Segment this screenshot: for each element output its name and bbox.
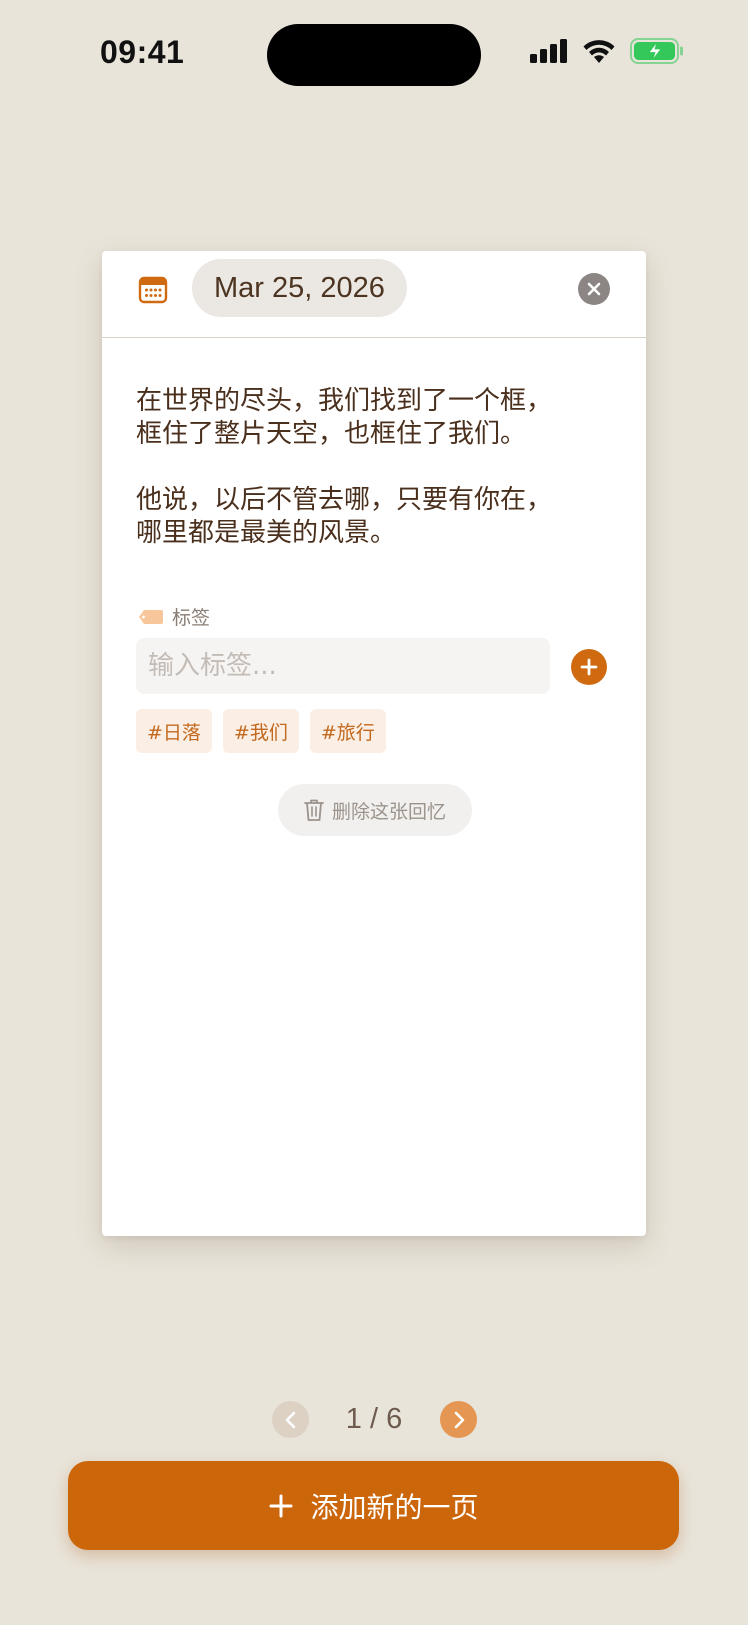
date-picker-button[interactable]: Mar 25, 2026 (192, 259, 407, 317)
tag-chip[interactable]: #我们 (222, 709, 299, 753)
status-icons (530, 38, 684, 64)
trash-icon (304, 799, 324, 821)
status-bar: 09:41 (0, 0, 748, 110)
memory-card: Mar 25, 2026 在世界的尽头，我们找到了一个框， 框住了整片天空，也框… (102, 251, 646, 1236)
memory-text[interactable]: 在世界的尽头，我们找到了一个框， 框住了整片天空，也框住了我们。 他说，以后不管… (136, 385, 606, 550)
calendar-icon[interactable] (138, 274, 168, 304)
add-new-page-label: 添加新的一页 (310, 1490, 479, 1524)
status-time: 09:41 (100, 34, 185, 70)
plus-icon (269, 1494, 293, 1517)
previous-page-button[interactable] (272, 1401, 309, 1438)
tags-section-label: 标签 (138, 603, 210, 630)
card-header: Mar 25, 2026 (102, 251, 646, 338)
page-indicator: 1 / 6 (345, 1403, 403, 1435)
close-icon (587, 282, 601, 296)
tag-chip[interactable]: #日落 (136, 709, 212, 753)
date-label: Mar 25, 2026 (214, 271, 385, 304)
tags-label: 标签 (172, 607, 211, 629)
tag-list: #日落 #我们 #旅行 (136, 709, 386, 753)
delete-memory-label: 删除这张回忆 (331, 800, 446, 823)
dynamic-island (267, 24, 481, 86)
tag-input[interactable] (136, 638, 550, 694)
battery-charging-icon (630, 38, 683, 64)
close-button[interactable] (578, 273, 610, 305)
chevron-right-icon (454, 1411, 464, 1428)
add-new-page-button[interactable]: 添加新的一页 (68, 1461, 679, 1550)
delete-memory-button[interactable]: 删除这张回忆 (278, 784, 472, 836)
wifi-icon (583, 40, 615, 63)
tag-chip[interactable]: #旅行 (309, 709, 386, 753)
add-tag-button[interactable] (571, 649, 607, 685)
tag-icon (139, 609, 163, 624)
chevron-left-icon (285, 1411, 295, 1428)
cellular-signal-icon (530, 39, 567, 63)
plus-icon (580, 658, 598, 676)
next-page-button[interactable] (440, 1401, 477, 1438)
